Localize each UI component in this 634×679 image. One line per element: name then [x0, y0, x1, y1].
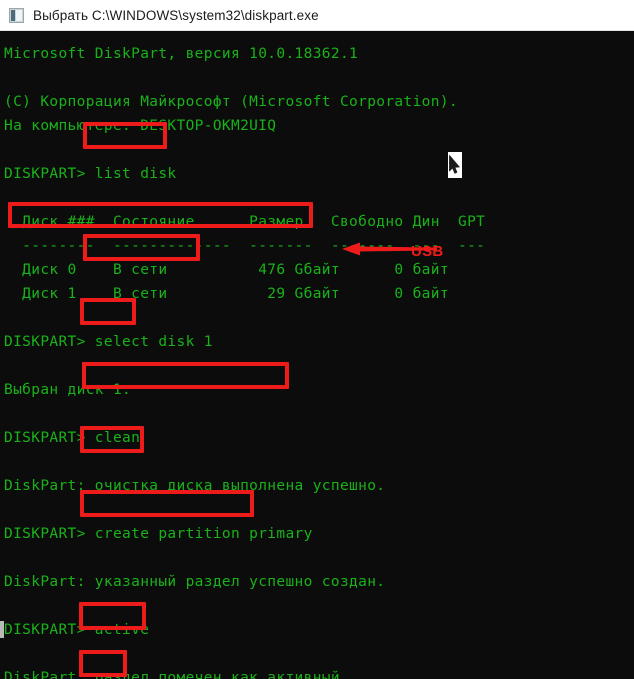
window-title: Выбрать C:\WINDOWS\system32\diskpart.exe	[33, 7, 319, 23]
disk-table-header: Диск ### Состояние Размер Свободно Дин G…	[4, 214, 486, 230]
console-output-area[interactable]: Microsoft DiskPart, версия 10.0.18362.1 …	[0, 31, 634, 679]
console-line: DiskPart: указанный раздел успешно созда…	[4, 574, 386, 590]
disk-table-row-1: Диск 1 В сети 29 Gбайт 0 байт	[4, 286, 449, 302]
disk-table-row-0: Диск 0 В сети 476 Gбайт 0 байт	[4, 262, 449, 278]
console-line-command-active: DISKPART> active	[4, 622, 150, 638]
disk-table-divider: -------- ------------- ------- ------- -…	[4, 238, 486, 254]
console-line: DiskPart: раздел помечен как активный.	[4, 670, 350, 679]
console-line-command-list-disk: DISKPART> list disk	[4, 166, 177, 182]
console-line-command-create-partition: DISKPART> create partition primary	[4, 526, 313, 542]
console-line: Microsoft DiskPart, версия 10.0.18362.1	[4, 46, 359, 62]
console-line-command-clean: DISKPART> clean	[4, 430, 141, 446]
console-line: Выбран диск 1.	[4, 382, 132, 398]
console-window-icon	[9, 7, 24, 23]
console-line: На компьютере: DESKTOP-OKM2UIQ	[4, 118, 277, 134]
console-line: (C) Корпорация Майкрософт (Microsoft Cor…	[4, 94, 458, 110]
console-text-buffer: Microsoft DiskPart, версия 10.0.18362.1 …	[0, 31, 634, 679]
console-line: DiskPart: очистка диска выполнена успешн…	[4, 478, 386, 494]
console-line-command-select-disk: DISKPART> select disk 1	[4, 334, 213, 350]
window-title-bar: Выбрать C:\WINDOWS\system32\diskpart.exe	[0, 0, 634, 31]
